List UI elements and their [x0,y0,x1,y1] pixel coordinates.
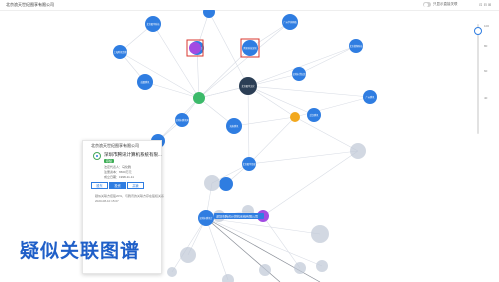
graph-node[interactable]: 北京图享文化 [239,77,257,95]
company-name[interactable]: 深圳市腾讯计算机系统有限... [104,152,162,158]
toolbar-icons[interactable]: ⊡ ⊟ ⊞ [479,2,491,7]
graph-node[interactable]: 北京图享传媒 [242,157,256,171]
zoom-tick: 80 [484,44,488,48]
graph-node[interactable]: 腾讯科技深圳 [243,41,257,55]
graph-node[interactable]: 成都腾讯 [137,74,153,90]
graph-node[interactable]: 海南腾讯 [226,118,242,134]
direct-relation-toggle[interactable] [423,2,431,7]
graph-node[interactable] [311,225,329,243]
graph-node[interactable] [350,143,366,159]
graph-node[interactable] [219,177,233,191]
card-info-line: 法定代表人：马化腾 [104,165,132,169]
graph-node[interactable]: 武汉腾讯 [307,108,321,122]
investment-button[interactable]: 投资 [109,182,126,189]
graph-node[interactable] [259,264,271,276]
card-note: 疑似关联方控股20%，与腾讯的关联方存在股权关系 [95,194,165,198]
graph-node[interactable]: 北京图享科技 [145,16,161,32]
toggle-label: 只显示直接关联 [433,2,458,6]
company-logo-icon [93,152,101,160]
overlay-caption: 疑似关联图谱 [20,241,141,262]
zoom-knob[interactable] [474,27,482,35]
graph-edge [119,51,200,99]
graph-node[interactable] [167,267,177,277]
graph-edge [247,85,250,165]
graph-node[interactable]: 广州腾讯 [363,90,377,104]
graph-node[interactable] [204,175,220,191]
shareholder-button[interactable]: 股东 [91,182,108,189]
graph-edge [152,23,200,99]
graph-edge [171,217,207,273]
executive-button[interactable]: 高管 [127,182,144,189]
graph-edge [294,116,359,152]
graph-node[interactable] [193,92,205,104]
graph-edge [248,116,296,165]
graph-edge [294,96,371,118]
zoom-tick: 60 [484,69,488,73]
graph-node[interactable] [290,112,300,122]
card-info-line: 成立日期：1998-11-11 [104,175,134,179]
graph-node[interactable] [203,10,215,18]
graph-node[interactable]: 深圳市腾讯计 [198,210,214,226]
graph-node[interactable]: 深圳市世纪凯 [292,67,306,81]
graph-node[interactable] [294,262,306,274]
graph-edge [205,217,323,267]
zoom-track[interactable] [477,24,479,134]
graph-node[interactable]: 深圳市腾讯网 [175,113,189,127]
graph-node[interactable]: 北京搜狗科技 [349,39,363,53]
zoom-slider[interactable]: 100 80 60 40 [474,24,490,134]
graph-node[interactable]: 广州华多网络 [282,14,298,30]
card-note: 2020-08-10 15:07 [95,199,119,203]
graph-edge [247,85,315,116]
graph-node[interactable] [316,260,328,272]
zoom-tick: 40 [484,96,488,100]
graph-edge [144,81,200,99]
graph-node[interactable] [222,274,234,282]
edge-label: 深圳市腾讯计算机系统有限公司 [216,214,258,219]
card-header: 北京浪天世纪图享有限公司 [91,143,139,148]
status-badge: 存续 [104,159,115,163]
graph-edge [298,45,357,75]
zoom-tick: 100 [484,24,490,28]
graph-edge [247,85,371,98]
graph-node[interactable]: 上海腾讯企鹅 [113,45,127,59]
graph-edge [233,116,296,127]
graph-node[interactable] [180,247,196,263]
graph-node[interactable] [189,42,201,54]
company-title: 北京浪天世纪图享有限公司 [6,2,54,7]
card-info-line: 注册资本：6500万元 [104,170,132,174]
